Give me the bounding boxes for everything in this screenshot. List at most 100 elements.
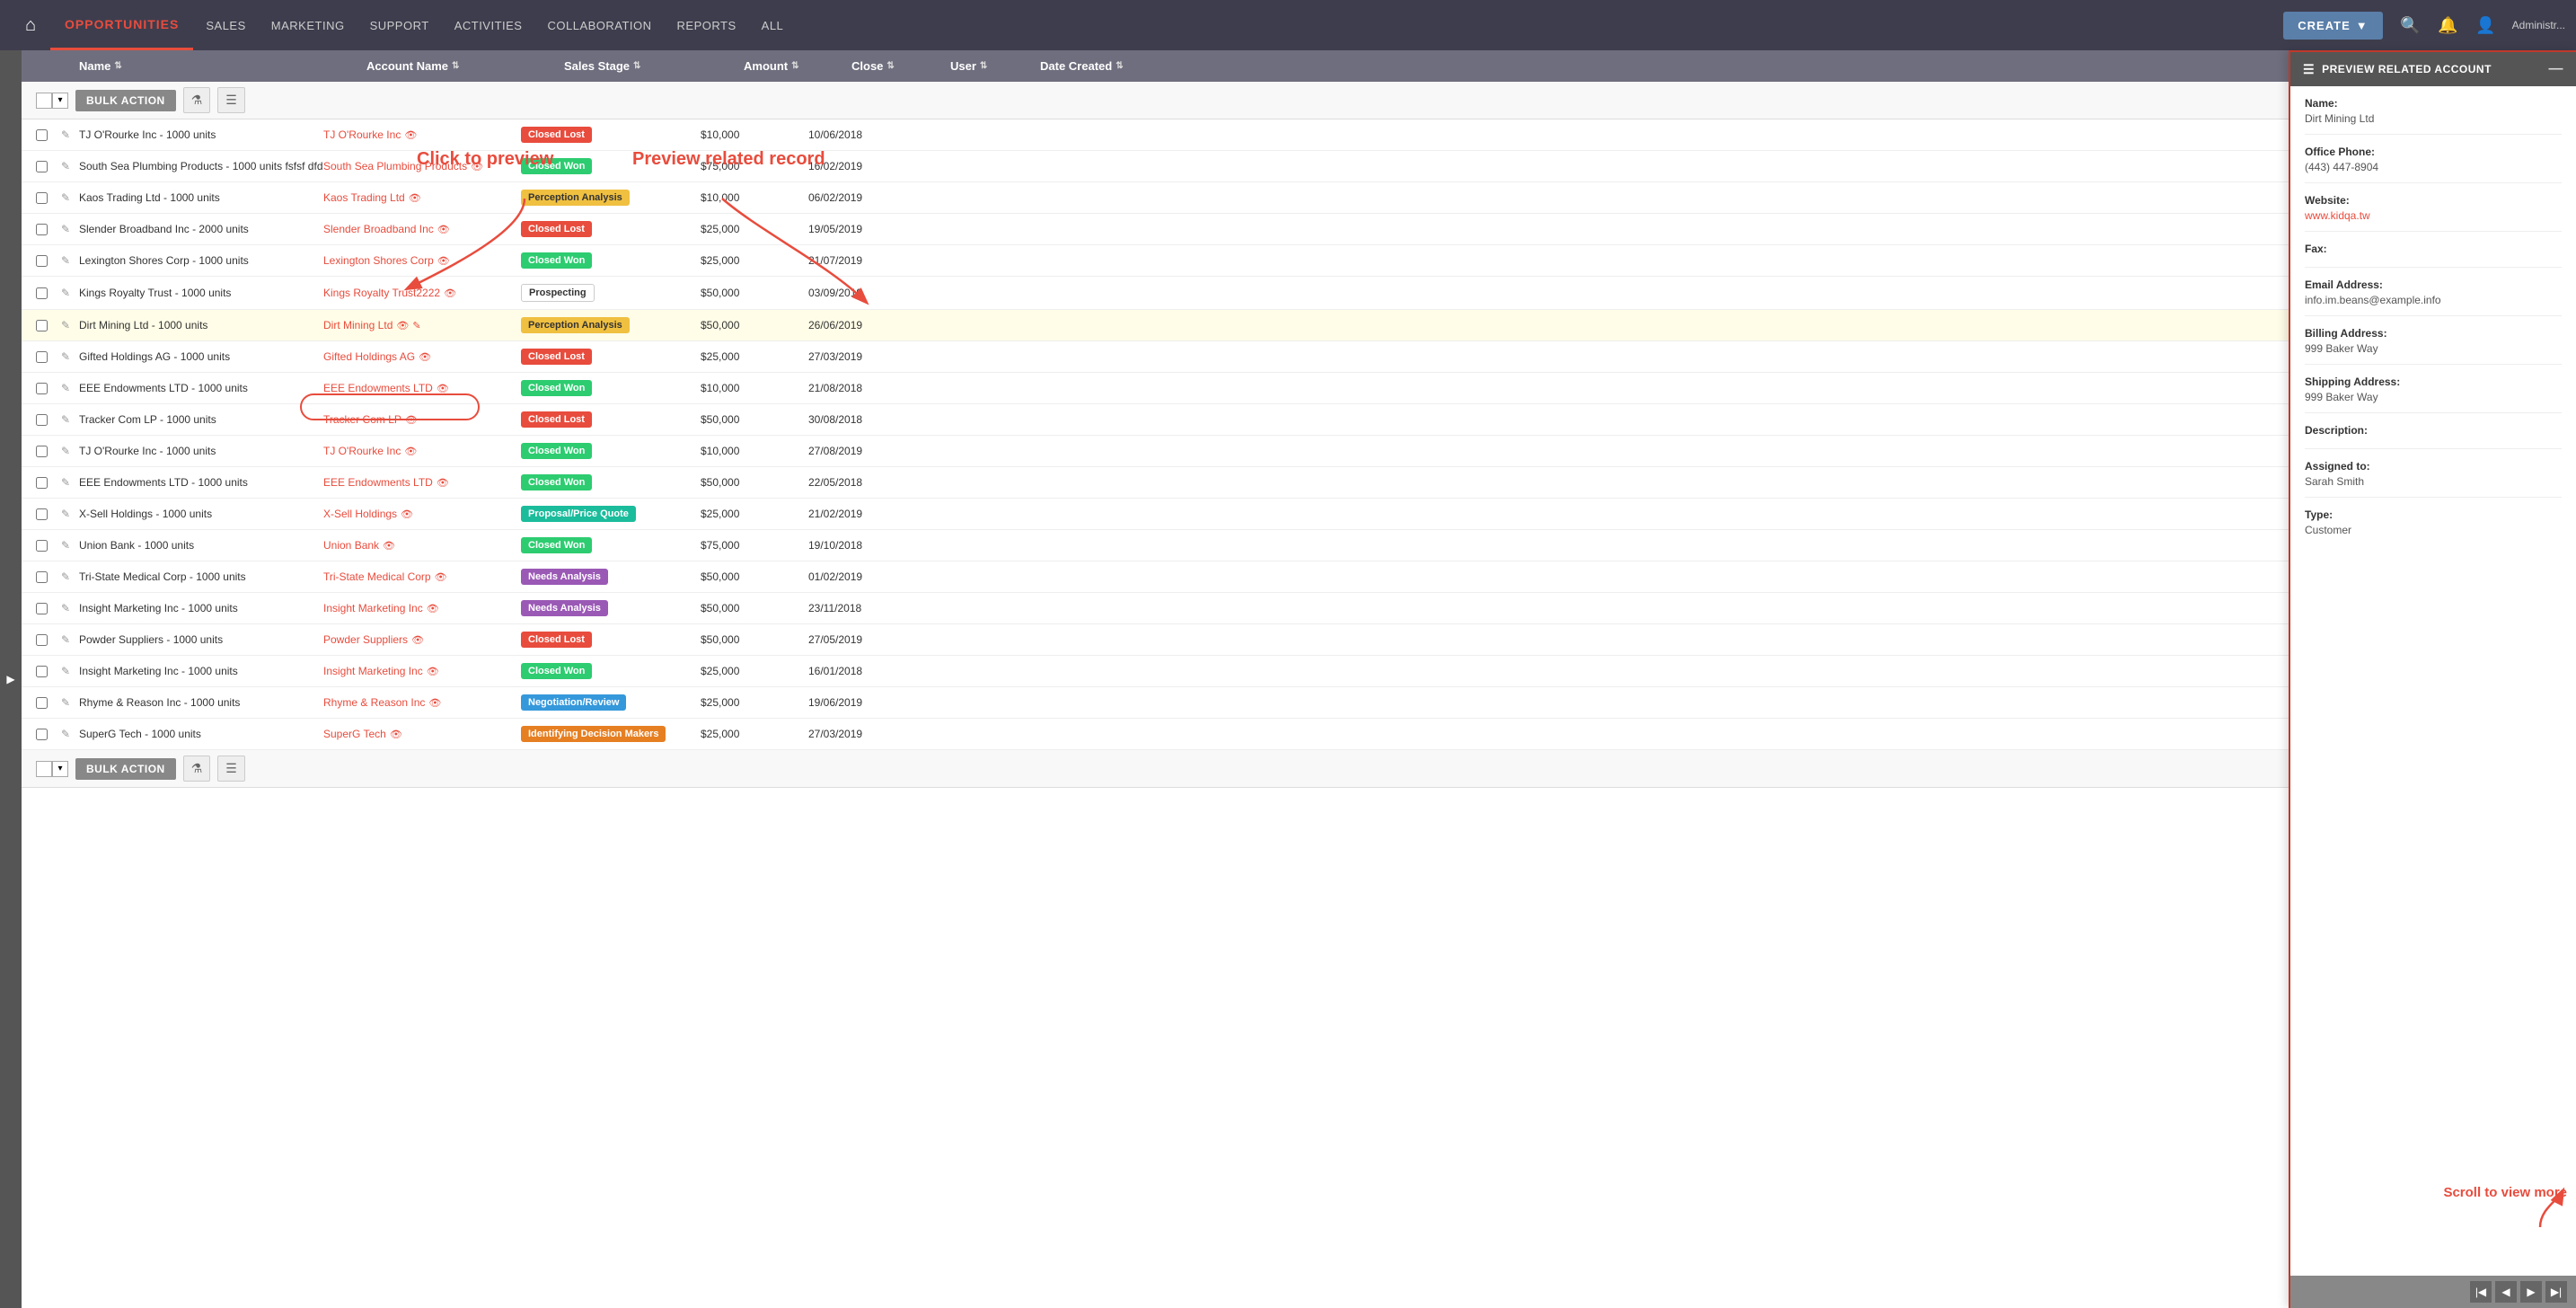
row-account-link-5[interactable]: Kings Royalty Trust2222 <box>323 287 440 299</box>
row-account-link-3[interactable]: Slender Broadband Inc <box>323 223 434 235</box>
row-edit-4[interactable]: ✎ <box>61 254 79 267</box>
row-checkbox-2[interactable] <box>36 192 61 204</box>
nav-brand[interactable]: OPPORTUNITIES <box>50 0 193 50</box>
row-account-link-18[interactable]: Rhyme & Reason Inc <box>323 696 425 709</box>
nav-support[interactable]: SUPPORT <box>357 0 442 50</box>
row-account-link-1[interactable]: South Sea Plumbing Products <box>323 160 467 172</box>
row-account-eye-11[interactable]: 👁 <box>437 477 449 489</box>
nav-reports[interactable]: REPORTS <box>665 0 749 50</box>
row-account-link-2[interactable]: Kaos Trading Ltd <box>323 191 405 204</box>
row-account-eye-2[interactable]: 👁 <box>409 192 421 204</box>
pager-prev[interactable]: ◀ <box>2495 1281 2517 1303</box>
preview-close-button[interactable]: — <box>2549 61 2564 77</box>
row-edit-1[interactable]: ✎ <box>61 160 79 172</box>
select-all-box[interactable] <box>36 93 52 109</box>
row-checkbox-10[interactable] <box>36 446 61 457</box>
row-checkbox-7[interactable] <box>36 351 61 363</box>
row-checkbox-9[interactable] <box>36 414 61 426</box>
bulk-action-button-bottom[interactable]: BULK ACTION <box>75 758 176 780</box>
notifications-icon-btn[interactable]: 🔔 <box>2431 8 2466 42</box>
row-edit-11[interactable]: ✎ <box>61 476 79 489</box>
row-edit-5[interactable]: ✎ <box>61 287 79 299</box>
row-account-eye-13[interactable]: 👁 <box>383 540 395 552</box>
preview-value-2[interactable]: www.kidqa.tw <box>2305 209 2562 222</box>
row-account-eye-17[interactable]: 👁 <box>427 666 439 677</box>
row-edit-pen-6[interactable]: ✎ <box>412 320 420 331</box>
row-account-eye-14[interactable]: 👁 <box>435 571 447 583</box>
pager-first[interactable]: |◀ <box>2470 1281 2492 1303</box>
row-account-eye-19[interactable]: 👁 <box>390 729 402 740</box>
search-icon-btn[interactable]: 🔍 <box>2394 8 2428 42</box>
row-checkbox-11[interactable] <box>36 477 61 489</box>
filter-button-top[interactable]: ⚗ <box>183 87 211 113</box>
row-account-link-12[interactable]: X-Sell Holdings <box>323 508 397 520</box>
select-all-box-bottom[interactable] <box>36 761 52 777</box>
pager-next[interactable]: ▶ <box>2520 1281 2542 1303</box>
row-edit-19[interactable]: ✎ <box>61 728 79 740</box>
row-account-eye-4[interactable]: 👁 <box>437 255 450 267</box>
row-account-link-13[interactable]: Union Bank <box>323 539 379 552</box>
row-checkbox-17[interactable] <box>36 666 61 677</box>
row-account-link-14[interactable]: Tri-State Medical Corp <box>323 570 431 583</box>
row-account-eye-5[interactable]: 👁 <box>444 287 456 299</box>
row-edit-10[interactable]: ✎ <box>61 445 79 457</box>
row-account-eye-16[interactable]: 👁 <box>411 634 424 646</box>
row-checkbox-0[interactable] <box>36 129 61 141</box>
row-edit-9[interactable]: ✎ <box>61 413 79 426</box>
row-edit-14[interactable]: ✎ <box>61 570 79 583</box>
row-checkbox-15[interactable] <box>36 603 61 614</box>
row-checkbox-6[interactable] <box>36 320 61 331</box>
row-account-link-8[interactable]: EEE Endowments LTD <box>323 382 433 394</box>
row-edit-15[interactable]: ✎ <box>61 602 79 614</box>
row-checkbox-4[interactable] <box>36 255 61 267</box>
row-account-link-15[interactable]: Insight Marketing Inc <box>323 602 423 614</box>
bulk-action-button-top[interactable]: BULK ACTION <box>75 90 176 111</box>
sidebar-toggle[interactable]: ▶ <box>0 50 22 1308</box>
row-account-eye-6[interactable]: 👁 <box>396 320 409 331</box>
select-all-checkbox[interactable]: ▾ <box>36 93 68 109</box>
row-account-link-19[interactable]: SuperG Tech <box>323 728 386 740</box>
row-account-link-9[interactable]: Tracker Com LP <box>323 413 401 426</box>
pager-last[interactable]: ▶| <box>2545 1281 2567 1303</box>
nav-activities[interactable]: ACTIVITIES <box>442 0 535 50</box>
row-account-link-10[interactable]: TJ O'Rourke Inc <box>323 445 401 457</box>
select-all-checkbox-bottom[interactable]: ▾ <box>36 761 68 777</box>
row-edit-12[interactable]: ✎ <box>61 508 79 520</box>
view-button-bottom[interactable]: ☰ <box>217 756 245 782</box>
row-account-eye-12[interactable]: 👁 <box>401 508 413 520</box>
row-checkbox-13[interactable] <box>36 540 61 552</box>
row-account-link-4[interactable]: Lexington Shores Corp <box>323 254 434 267</box>
header-account[interactable]: Account Name ⇅ <box>366 59 564 73</box>
row-account-eye-1[interactable]: 👁 <box>471 161 483 172</box>
view-button-top[interactable]: ☰ <box>217 87 245 113</box>
row-edit-8[interactable]: ✎ <box>61 382 79 394</box>
header-user[interactable]: User ⇅ <box>950 59 1040 73</box>
header-date[interactable]: Date Created ⇅ <box>1040 59 1184 73</box>
row-edit-3[interactable]: ✎ <box>61 223 79 235</box>
home-icon[interactable]: ⌂ <box>11 5 50 45</box>
row-edit-0[interactable]: ✎ <box>61 128 79 141</box>
row-account-link-0[interactable]: TJ O'Rourke Inc <box>323 128 401 141</box>
row-checkbox-5[interactable] <box>36 287 61 299</box>
row-account-eye-8[interactable]: 👁 <box>437 383 449 394</box>
row-checkbox-19[interactable] <box>36 729 61 740</box>
row-account-link-6[interactable]: Dirt Mining Ltd <box>323 319 393 331</box>
row-checkbox-8[interactable] <box>36 383 61 394</box>
select-dropdown-arrow-bottom[interactable]: ▾ <box>52 761 68 777</box>
row-edit-16[interactable]: ✎ <box>61 633 79 646</box>
header-close[interactable]: Close ⇅ <box>851 59 950 73</box>
row-account-eye-10[interactable]: 👁 <box>404 446 417 457</box>
row-account-eye-18[interactable]: 👁 <box>428 697 441 709</box>
filter-button-bottom[interactable]: ⚗ <box>183 756 211 782</box>
row-checkbox-3[interactable] <box>36 224 61 235</box>
row-edit-18[interactable]: ✎ <box>61 696 79 709</box>
create-button[interactable]: CREATE ▼ <box>2283 12 2382 40</box>
row-edit-6[interactable]: ✎ <box>61 319 79 331</box>
row-edit-17[interactable]: ✎ <box>61 665 79 677</box>
row-checkbox-16[interactable] <box>36 634 61 646</box>
user-avatar-btn[interactable]: 👤 <box>2469 8 2503 42</box>
row-edit-13[interactable]: ✎ <box>61 539 79 552</box>
row-account-eye-7[interactable]: 👁 <box>419 351 431 363</box>
row-checkbox-14[interactable] <box>36 571 61 583</box>
nav-collaboration[interactable]: COLLABORATION <box>534 0 664 50</box>
